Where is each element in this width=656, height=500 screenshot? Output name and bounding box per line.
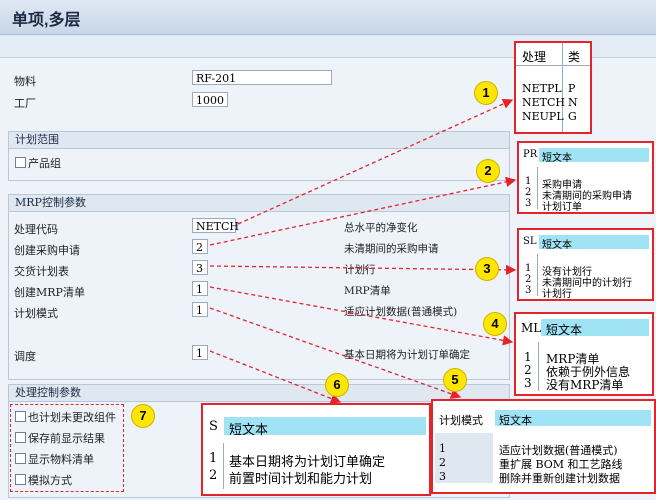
popup-row-value: 没有MRP清单 [546,378,624,392]
processing-key-label: 处理代码 [14,223,58,236]
popup-header-cell: 短文本 [542,240,572,251]
popup-row-value: G [568,110,577,123]
popup-divider [538,342,539,391]
create-pr-popup: PR 短文本 1 采购申请 2 未清期间的采购申请 3 计划订单 [517,141,654,214]
callout-badge-1: 1 [474,81,498,105]
mrp-control-title: MRP控制参数 [9,195,509,212]
display-bom-label: 显示物料清单 [28,453,94,466]
popup-row-key[interactable]: 2 [439,456,446,469]
create-pr-input[interactable]: 2 [192,239,208,254]
popup-row-key[interactable]: NEUPL [522,110,564,123]
callout-badge-5: 5 [443,368,467,392]
processing-key-popup: 处理 类 NETPL P NETCH N NEUPL G [514,41,592,134]
planning-mode-desc: 适应计划数据(普通模式) [344,306,458,318]
popup-header-cell: ML [521,321,542,335]
popup-row-key[interactable]: 2 [525,274,531,285]
callout-badge-3: 3 [475,257,499,281]
planning-scope-section: 计划范围 [8,131,510,181]
material-label: 物料 [14,75,36,88]
popup-row-key[interactable]: NETPL [522,82,562,95]
popup-row-key[interactable]: 3 [525,198,531,209]
popup-row-key[interactable]: 2 [524,363,532,377]
popup-row-key[interactable]: 1 [525,263,531,274]
product-group-label: 产品组 [28,157,61,170]
popup-header-cell: 处理 [522,50,547,64]
popup-row-value: N [568,96,578,109]
popup-header-cell: PR [523,149,538,160]
popup-row-key[interactable]: 3 [525,285,531,296]
popup-header-cell: 短文本 [542,153,572,164]
mrp-list-desc: MRP清单 [344,285,391,297]
popup-header-cell: 计划模式 [439,414,483,427]
popup-header-cell: SL [523,236,537,247]
mrp-list-popup: ML 短文本 1 MRP清单 2 依赖于例外信息 3 没有MRP清单 [514,312,654,396]
schedule-lines-input[interactable]: 3 [192,260,208,275]
callout-badge-4: 4 [483,312,507,336]
display-bom-checkbox[interactable] [15,453,26,464]
plan-unchanged-label: 也计划未更改组件 [28,411,116,424]
popup-row-key[interactable]: 1 [439,442,446,455]
popup-header-cell: 短文本 [499,414,532,427]
popup-row-key[interactable]: 1 [209,451,217,466]
popup-row-value: 计划订单 [542,202,582,213]
create-pr-desc: 未清期间的采购申请 [344,243,439,255]
plant-input[interactable]: 1000 [192,92,228,107]
plan-unchanged-checkbox[interactable] [15,411,26,422]
popup-row-key[interactable]: 2 [209,468,217,483]
material-input[interactable]: RF-201 [192,70,332,85]
window-title: 单项,多层 [12,12,81,29]
scheduling-label: 调度 [14,350,36,363]
product-group-checkbox[interactable] [15,157,26,168]
schedule-lines-popup: SL 短文本 1 没有计划行 2 未清期间中的计划行 3 计划行 [517,228,654,301]
mrp-list-input[interactable]: 1 [192,281,208,296]
popup-divider [537,167,538,209]
popup-row-value: P [568,82,576,95]
schedule-lines-label: 交货计划表 [14,265,69,278]
title-bar: 单项,多层 [0,0,656,35]
popup-row-value: 前置时间计划和能力计划 [229,472,373,487]
popup-header-cell: 类 [568,50,581,64]
popup-row-key[interactable]: 2 [525,187,531,198]
simulation-mode-label: 模拟方式 [28,474,72,487]
create-pr-label: 创建采购申请 [14,244,80,257]
popup-row-key[interactable]: 1 [524,350,532,364]
popup-row-key[interactable]: 3 [524,376,532,390]
popup-row-key[interactable]: NETCH [522,96,565,109]
popup-divider [223,443,224,489]
popup-header-cell: 短文本 [229,423,269,438]
processing-key-desc: 总水平的净变化 [344,222,418,234]
popup-row-key[interactable]: 3 [439,470,446,483]
scheduling-input[interactable]: 1 [192,345,208,360]
callout-badge-6: 6 [325,373,349,397]
display-results-checkbox[interactable] [15,432,26,443]
mrp-list-label: 创建MRP清单 [14,286,85,299]
popup-row-key[interactable]: 1 [525,176,531,187]
popup-row-value: 计划行 [542,289,572,300]
popup-divider [537,254,538,296]
schedule-lines-desc: 计划行 [344,264,376,276]
scheduling-desc: 基本日期将为计划订单确定 [344,349,470,361]
simulation-mode-checkbox[interactable] [15,474,26,485]
processing-key-input[interactable]: NETCH [192,218,239,233]
planning-mode-input[interactable]: 1 [192,302,208,317]
planning-mode-popup: 计划模式 短文本 1 适应计划数据(普通模式) 2 重扩展 BOM 和工艺路线 … [431,399,656,494]
callout-badge-7: 7 [131,404,155,428]
display-results-label: 保存前显示结果 [28,432,105,445]
scheduling-popup: S 短文本 1 基本日期将为计划订单确定 2 前置时间计划和能力计划 [201,403,431,496]
popup-header-cell: 短文本 [546,323,583,337]
plant-label: 工厂 [14,97,36,110]
planning-mode-label: 计划模式 [14,307,58,320]
callout-badge-2: 2 [476,159,500,183]
planning-scope-title: 计划范围 [9,132,509,149]
popup-row-value: 删除并重新创建计划数据 [499,472,620,485]
popup-header-cell: S [209,419,218,434]
